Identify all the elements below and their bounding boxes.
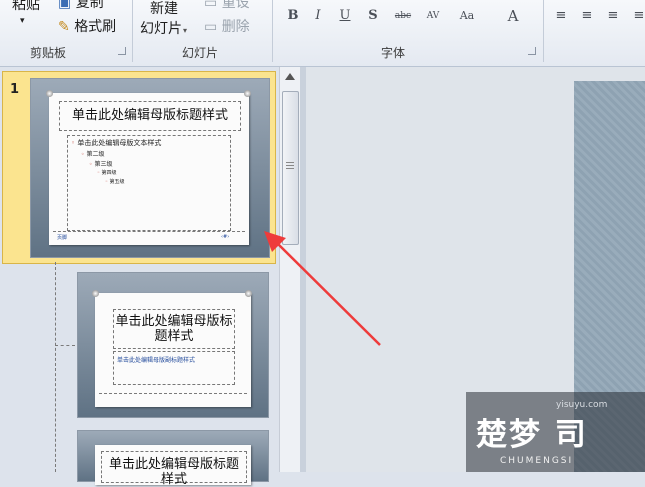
paste-button[interactable]: 粘贴 [12,0,40,14]
body-level-3-text: 第三级 [94,161,113,168]
body-level-2: ◦ 第二级 [81,151,105,158]
watermark-brand: 楚梦 司 [476,417,588,453]
body-level-1-text: 单击此处编辑母版文本样式 [77,139,162,147]
body-level-2-text: 第二级 [86,151,105,158]
new-slide-button[interactable]: 新建 [150,0,178,18]
delete-icon: ▭ [204,19,218,35]
clipboard-group-label: 剪贴板 [30,46,67,60]
layout1-footer-line [99,393,247,394]
reset-button[interactable]: ▭ 重设 [204,0,250,12]
bold-button[interactable]: B [284,6,302,26]
body-level-4: ◦ 第四级 [97,170,117,176]
footer-right: ‹#› [221,234,230,240]
align-right-icon[interactable]: ≡ [604,6,622,26]
layout1-sheet: 单击此处编辑母版标题样式 单击此处编辑母版副标题样式 [92,290,252,407]
new-slide-label-text: 幻灯片 [140,21,182,37]
copy-icon: ▣ [58,0,72,11]
footer-left: 页脚 [57,235,68,241]
body-level-4-text: 第四级 [101,170,117,176]
format-painter-button[interactable]: ✎ 格式刷 [58,16,116,36]
change-case-button[interactable]: Aa [456,6,478,26]
body-level-5-text: 第五级 [109,179,125,185]
font-launcher-icon[interactable] [528,47,536,55]
format-painter-label: 格式刷 [74,19,117,35]
font-color-button[interactable]: A [504,6,522,26]
slide-number: 1 [10,82,20,97]
watermark-brand-en: CHUMENGSI [500,456,574,466]
scroll-up-icon[interactable] [285,73,295,80]
layout-thumbnail-title-content[interactable]: 单击此处编辑母版标题样式 [77,430,269,487]
underline-button[interactable]: U [336,6,354,26]
tree-line-branch [55,345,75,346]
slides-group-label: 幻灯片 [182,46,219,60]
chevron-down-icon: ▾ [183,26,188,35]
paste-caret-icon[interactable]: ▾ [20,16,25,26]
font-group-label: 字体 [381,46,406,60]
layout2-sheet: 单击此处编辑母版标题样式 [95,445,251,487]
layout1-subtitle: 单击此处编辑母版副标题样式 [117,357,196,364]
ribbon: 粘贴 ▾ ▣ 复制 ✎ 格式刷 剪贴板 新建 幻灯片▾ ▭ 重设 ▭ 删除 幻灯… [0,0,645,67]
delete-button[interactable]: ▭ 删除 [204,16,250,36]
footer-line [53,231,245,232]
delete-label: 删除 [221,19,250,35]
italic-button[interactable]: I [309,6,327,26]
layout1-title: 单击此处编辑母版标题样式 [115,314,233,344]
brush-icon: ✎ [58,19,70,35]
layout2-title: 单击此处编辑母版标题样式 [108,457,239,487]
copy-button[interactable]: ▣ 复制 [58,0,104,12]
master-sheet: 单击此处编辑母版标题样式 ◦ 单击此处编辑母版文本样式 ◦ 第二级 ◦ 第三级 … [46,90,251,245]
align-left-icon[interactable]: ≡ [552,6,570,26]
body-level-5: ◦ 第五级 [105,179,125,185]
char-spacing-button[interactable]: AV [422,6,444,26]
annotation-arrow-icon [264,231,381,346]
layout-thumbnail-title[interactable]: 单击此处编辑母版标题样式 单击此处编辑母版副标题样式 [77,272,269,418]
reset-label: 重设 [221,0,250,11]
tree-line-vertical [55,262,56,472]
align-center-icon[interactable]: ≡ [578,6,596,26]
body-level-3: ◦ 第三级 [89,161,113,168]
body-level-1: ◦ 单击此处编辑母版文本样式 [71,139,162,147]
reset-icon: ▭ [204,0,218,11]
copy-label: 复制 [75,0,104,11]
master-slide-thumbnail[interactable]: 单击此处编辑母版标题样式 ◦ 单击此处编辑母版文本样式 ◦ 第二级 ◦ 第三级 … [30,78,270,258]
scroll-thumb[interactable] [282,91,299,245]
master-title: 单击此处编辑母版标题样式 [71,108,228,123]
new-slide-label[interactable]: 幻灯片▾ [140,18,187,38]
strikethrough-button[interactable]: abc [391,6,415,26]
shadow-button[interactable]: S [364,6,382,26]
clipboard-launcher-icon[interactable] [118,47,126,55]
justify-icon[interactable]: ≡ [630,6,645,26]
